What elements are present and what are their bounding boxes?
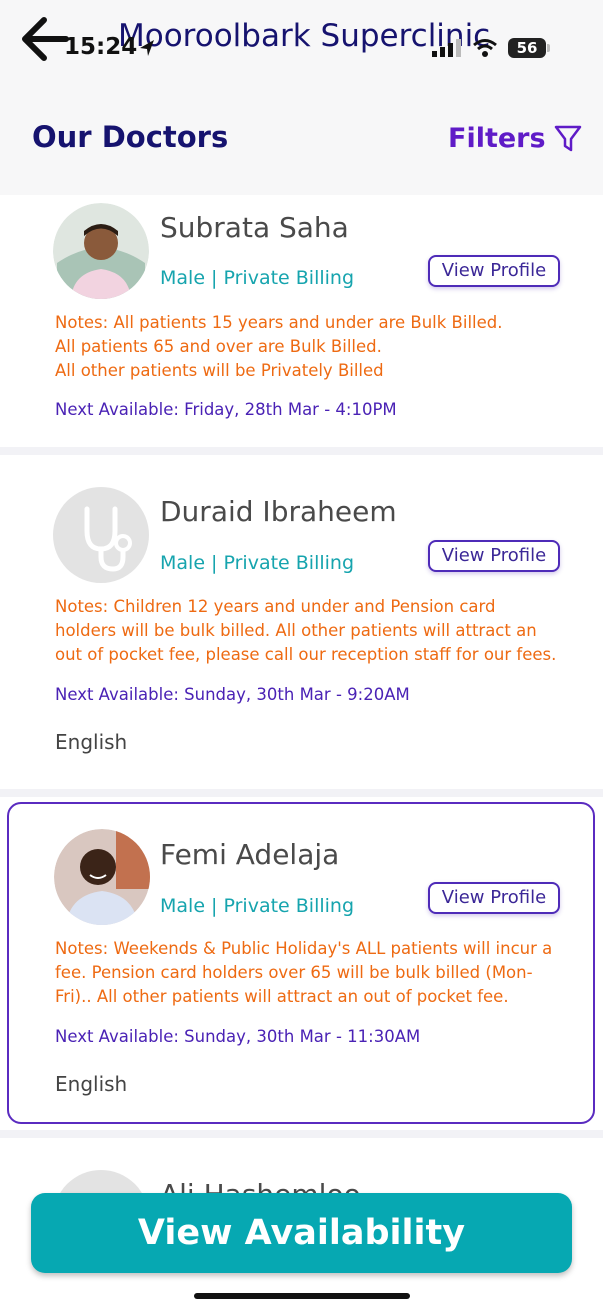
- notes-line: Fri).. All other patients will attract a…: [55, 987, 509, 1006]
- stethoscope-icon: [84, 506, 132, 572]
- doctor-avatar: [54, 829, 150, 925]
- page-header: Our Doctors Filters: [0, 90, 603, 195]
- doctor-language: English: [55, 730, 128, 754]
- top-bar: Mooroolbark Superclinic 15:24 56: [0, 0, 603, 90]
- card-divider: [0, 447, 603, 455]
- doctor-gender-billing: Male | Private Billing: [160, 895, 355, 917]
- doctor-gender-billing: Male | Private Billing: [160, 267, 355, 289]
- view-profile-button[interactable]: View Profile: [428, 882, 560, 914]
- doctor-card[interactable]: Subrata Saha Male | Private Billing View…: [0, 195, 603, 445]
- card-divider: [0, 789, 603, 797]
- notes-line: Notes: Weekends & Public Holiday's ALL p…: [55, 939, 553, 958]
- wifi-icon: [473, 39, 497, 57]
- doctor-notes: Notes: Weekends & Public Holiday's ALL p…: [55, 937, 575, 1009]
- notes-line: All other patients will be Privately Bil…: [55, 361, 384, 380]
- filter-funnel-icon[interactable]: [554, 124, 582, 154]
- doctor-notes: Notes: Children 12 years and under and P…: [55, 595, 575, 667]
- cellular-signal-icon: [432, 39, 461, 57]
- doctor-gender-billing: Male | Private Billing: [160, 552, 355, 574]
- next-available: Next Available: Sunday, 30th Mar - 11:30…: [55, 1027, 421, 1046]
- next-available: Next Available: Friday, 28th Mar - 4:10P…: [55, 400, 397, 419]
- doctor-name: Femi Adelaja: [160, 838, 340, 871]
- back-arrow-icon[interactable]: [18, 14, 70, 64]
- notes-line: Notes: All patients 15 years and under a…: [55, 313, 503, 332]
- notes-line: holders will be bulk billed. All other p…: [55, 621, 537, 640]
- doctor-avatar-placeholder: [53, 487, 149, 583]
- notes-line: Notes: Children 12 years and under and P…: [55, 597, 496, 616]
- doctor-notes: Notes: All patients 15 years and under a…: [55, 311, 575, 383]
- doctor-name: Duraid Ibraheem: [160, 495, 397, 528]
- filters-button[interactable]: Filters: [448, 123, 546, 154]
- battery-tip: [547, 44, 550, 52]
- doctor-card-selected[interactable]: Femi Adelaja Male | Private Billing View…: [7, 802, 595, 1124]
- doctor-language: English: [55, 1072, 128, 1096]
- doctor-name: Subrata Saha: [160, 211, 349, 244]
- view-availability-button[interactable]: View Availability: [31, 1193, 572, 1273]
- status-time: 15:24: [64, 34, 138, 60]
- next-available: Next Available: Sunday, 30th Mar - 9:20A…: [55, 685, 410, 704]
- page-title: Our Doctors: [32, 120, 229, 154]
- doctor-card[interactable]: Duraid Ibraheem Male | Private Billing V…: [0, 455, 603, 788]
- home-indicator: [194, 1293, 410, 1299]
- notes-line: All patients 65 and over are Bulk Billed…: [55, 337, 382, 356]
- card-divider: [0, 1130, 603, 1138]
- notes-line: fee. Pension card holders over 65 will b…: [55, 963, 533, 982]
- doctor-avatar: [53, 203, 149, 299]
- view-profile-button[interactable]: View Profile: [428, 540, 560, 572]
- battery-indicator: 56: [508, 38, 546, 58]
- view-profile-button[interactable]: View Profile: [428, 255, 560, 287]
- doctor-card[interactable]: Ali Hashemloo: [0, 1138, 603, 1198]
- location-arrow-icon: [140, 40, 154, 56]
- notes-line: out of pocket fee, please call our recep…: [55, 645, 557, 664]
